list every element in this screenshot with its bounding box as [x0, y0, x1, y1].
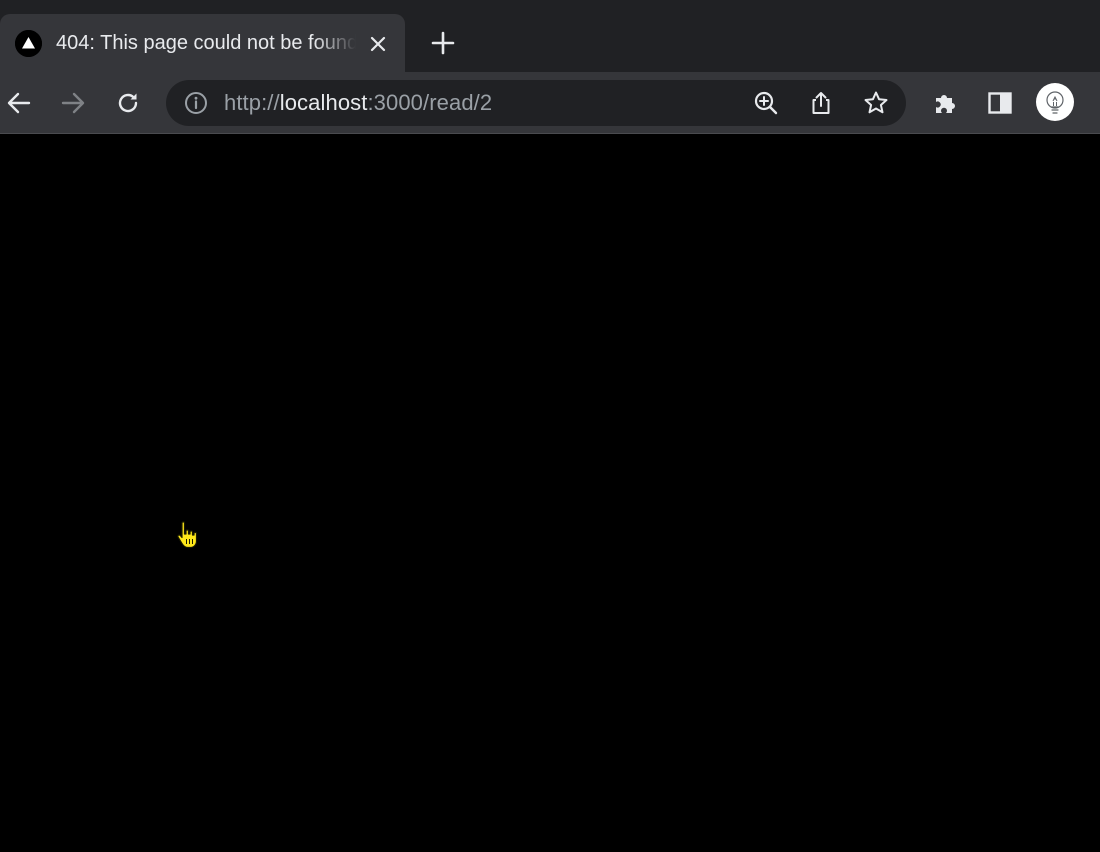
url-text[interactable]: http://localhost:3000/read/2 — [224, 91, 492, 115]
reload-button[interactable] — [112, 87, 144, 119]
share-icon[interactable] — [806, 88, 836, 118]
puzzle-icon[interactable] — [929, 87, 961, 119]
star-icon[interactable] — [861, 88, 891, 118]
browser-toolbar: http://localhost:3000/read/2 — [0, 72, 1100, 134]
close-tab-icon[interactable] — [366, 32, 390, 56]
tab-strip: 404: This page could not be found — [0, 0, 1100, 72]
zoom-in-icon[interactable] — [751, 88, 781, 118]
browser-window: 404: This page could not be found http:/… — [0, 0, 1100, 852]
back-button[interactable] — [3, 87, 35, 119]
lightbulb-icon — [1046, 91, 1064, 114]
url-scheme: http:// — [224, 90, 280, 115]
new-tab-plus-icon[interactable] — [428, 28, 458, 58]
page-content — [0, 134, 1100, 852]
side-panel-icon[interactable] — [984, 87, 1016, 119]
info-icon[interactable] — [184, 91, 208, 115]
address-bar[interactable]: http://localhost:3000/read/2 — [166, 80, 906, 126]
vercel-triangle-icon — [15, 30, 42, 57]
reload-icon — [118, 93, 138, 113]
arrow-left-icon — [7, 92, 31, 114]
active-tab[interactable]: 404: This page could not be found — [0, 14, 405, 72]
arrow-right-icon — [61, 92, 85, 114]
url-host: localhost — [279, 90, 368, 115]
profile-avatar[interactable] — [1036, 83, 1074, 121]
forward-button[interactable] — [57, 87, 89, 119]
url-path: :3000/read/2 — [367, 90, 493, 115]
tab-title: 404: This page could not be found — [56, 32, 356, 54]
hand-cursor-icon — [177, 521, 198, 549]
